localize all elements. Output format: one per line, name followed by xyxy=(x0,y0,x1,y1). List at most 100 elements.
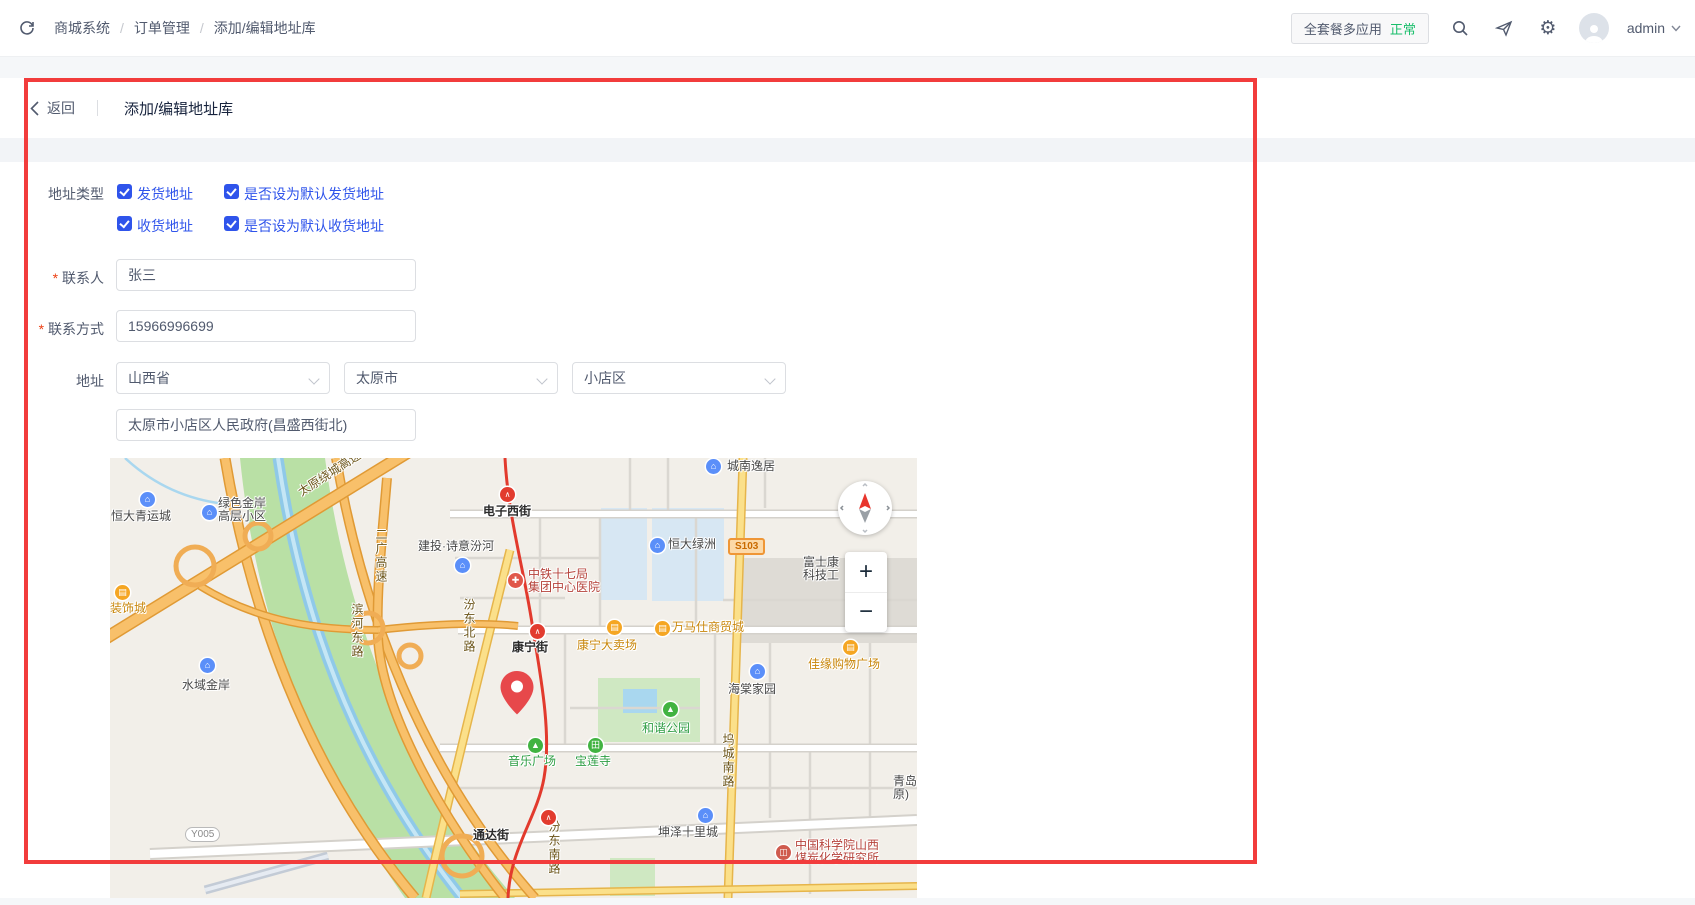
zoom-out-button[interactable]: − xyxy=(845,593,887,633)
contact-input[interactable] xyxy=(116,259,416,291)
page: 商城系统 / 订单管理 / 添加/编辑地址库 全套餐多应用 正常 xyxy=(0,0,1695,905)
map-label: 太原绕城高速 xyxy=(296,458,363,499)
avatar[interactable] xyxy=(1579,13,1609,43)
home-poi-icon: ⌂ xyxy=(140,492,155,507)
map-label: 坞城南路 xyxy=(721,733,735,789)
map-canvas[interactable]: 恒大青运城绿色金岸 高层小区太原绕城高速城南逸居电子西街建投·诗意汾河二广高速恒… xyxy=(110,458,917,898)
road-badge: S103 xyxy=(728,538,765,555)
app-plan-badge[interactable]: 全套餐多应用 正常 xyxy=(1291,13,1429,44)
checkbox-ship-address-label[interactable]: 发货地址 xyxy=(137,184,193,204)
divider xyxy=(97,100,98,116)
gear-icon[interactable]: ⚙ xyxy=(1535,15,1561,41)
map-label: 中国科学院山西 煤炭化学研究所 xyxy=(795,839,879,865)
phone-input[interactable] xyxy=(116,310,416,342)
map-label: 和谐公园 xyxy=(642,722,690,735)
page-bottom-strip xyxy=(0,898,1695,905)
form-header: 返回 添加/编辑地址库 xyxy=(0,78,1695,138)
home-poi-icon: ⌂ xyxy=(650,538,665,553)
province-value: 山西省 xyxy=(128,368,170,388)
metro-poi-icon: ∧ xyxy=(500,487,515,502)
map-label: 佳缘购物广场 xyxy=(808,658,880,671)
app-plan-label: 全套餐多应用 xyxy=(1304,19,1382,38)
home-poi-icon: ⌂ xyxy=(750,664,765,679)
map-label: 恒大青运城 xyxy=(111,510,171,523)
map-zoom-control: + − xyxy=(845,552,887,632)
map-label: 二广高速 xyxy=(374,528,388,584)
chevron-down-icon xyxy=(308,373,319,384)
zoom-in-button[interactable]: + xyxy=(845,552,887,593)
province-select[interactable]: 山西省 xyxy=(116,362,330,394)
district-select[interactable]: 小店区 xyxy=(572,362,786,394)
checkbox-ship-address[interactable] xyxy=(117,184,132,199)
chevron-down-icon xyxy=(1671,25,1681,32)
username: admin xyxy=(1627,20,1665,36)
breadcrumb-item[interactable]: 商城系统 xyxy=(54,18,110,38)
map-label: 海棠家园 xyxy=(728,683,776,696)
contact-label: 联系人 xyxy=(14,268,104,288)
breadcrumb-separator: / xyxy=(200,20,204,36)
metro-poi-icon: ∧ xyxy=(541,810,556,825)
breadcrumb-item[interactable]: 订单管理 xyxy=(134,18,190,38)
shop-poi-icon: ▤ xyxy=(655,621,670,636)
map-label: 装饰城 xyxy=(110,602,146,615)
user-menu[interactable]: admin xyxy=(1627,20,1681,36)
home-poi-icon: ⌂ xyxy=(455,558,470,573)
map-label: 富士康 科技工 xyxy=(803,556,839,582)
home-poi-icon: ⌂ xyxy=(698,808,713,823)
checkbox-receive-address-label[interactable]: 收货地址 xyxy=(137,216,193,236)
city-select[interactable]: 太原市 xyxy=(344,362,558,394)
home-poi-icon: ⌂ xyxy=(706,459,721,474)
home-poi-icon: ⌂ xyxy=(202,505,217,520)
map-label: 万马仕商贸城 xyxy=(672,621,744,634)
map-label: 康宁大卖场 xyxy=(577,639,637,652)
checkbox-receive-address[interactable] xyxy=(117,216,132,231)
map-label: 康宁街 xyxy=(512,641,548,654)
checkbox-default-ship-label[interactable]: 是否设为默认发货地址 xyxy=(244,184,384,204)
checkbox-default-receive-label[interactable]: 是否设为默认收货地址 xyxy=(244,216,384,236)
map-label: 恒大绿洲 xyxy=(668,538,716,551)
map-label: 城南逸居 xyxy=(727,460,775,473)
map-label: 中铁十七局 集团中心医院 xyxy=(528,568,600,594)
shop-poi-icon: ▤ xyxy=(607,620,622,635)
map-label: 音乐广场 xyxy=(508,755,556,768)
home-poi-icon: ⌂ xyxy=(200,658,215,673)
park-poi-icon: ▲ xyxy=(528,738,543,753)
map-label: 宝莲寺 xyxy=(575,755,611,768)
shop-poi-icon: ▤ xyxy=(843,640,858,655)
breadcrumb-item[interactable]: 添加/编辑地址库 xyxy=(214,18,316,38)
page-title: 添加/编辑地址库 xyxy=(124,98,233,119)
map-label: 青岛 原) xyxy=(893,775,917,801)
map-label: 汾东北路 xyxy=(462,598,476,654)
map-label: 滨河东路 xyxy=(350,603,364,659)
map-label: 通达街 xyxy=(473,829,509,842)
city-value: 太原市 xyxy=(356,368,398,388)
shop-poi-icon: ▤ xyxy=(115,585,130,600)
map-label: 电子西街 xyxy=(483,505,531,518)
institute-poi-icon: ◫ xyxy=(776,845,791,860)
metro-poi-icon: ∧ xyxy=(530,624,545,639)
checkbox-default-ship[interactable] xyxy=(224,184,239,199)
chevron-left-icon xyxy=(30,101,39,116)
chevron-down-icon xyxy=(536,373,547,384)
detail-address-input[interactable] xyxy=(116,409,416,441)
send-icon[interactable] xyxy=(1491,15,1517,41)
road-badge: Y005 xyxy=(185,827,220,842)
map-label: 汾东南路 xyxy=(547,820,561,876)
breadcrumb-separator: / xyxy=(120,20,124,36)
back-button[interactable]: 返回 xyxy=(30,98,75,118)
topbar: 商城系统 / 订单管理 / 添加/编辑地址库 全套餐多应用 正常 xyxy=(0,0,1695,57)
checkbox-default-receive[interactable] xyxy=(224,216,239,231)
address-type-label: 地址类型 xyxy=(14,184,104,204)
map-label: 水域金岸 xyxy=(182,679,230,692)
temple-poi-icon: 田 xyxy=(588,738,603,753)
search-icon[interactable] xyxy=(1447,15,1473,41)
back-label: 返回 xyxy=(47,98,75,118)
map-label: 坤泽十里城 xyxy=(658,826,718,839)
compass-control[interactable] xyxy=(838,481,892,535)
refresh-icon[interactable] xyxy=(14,15,40,41)
map-label: 建投·诗意汾河 xyxy=(418,540,494,553)
phone-label: 联系方式 xyxy=(14,319,104,339)
district-value: 小店区 xyxy=(584,368,626,388)
breadcrumb: 商城系统 / 订单管理 / 添加/编辑地址库 xyxy=(54,18,316,38)
park-poi-icon: ▲ xyxy=(663,702,678,717)
